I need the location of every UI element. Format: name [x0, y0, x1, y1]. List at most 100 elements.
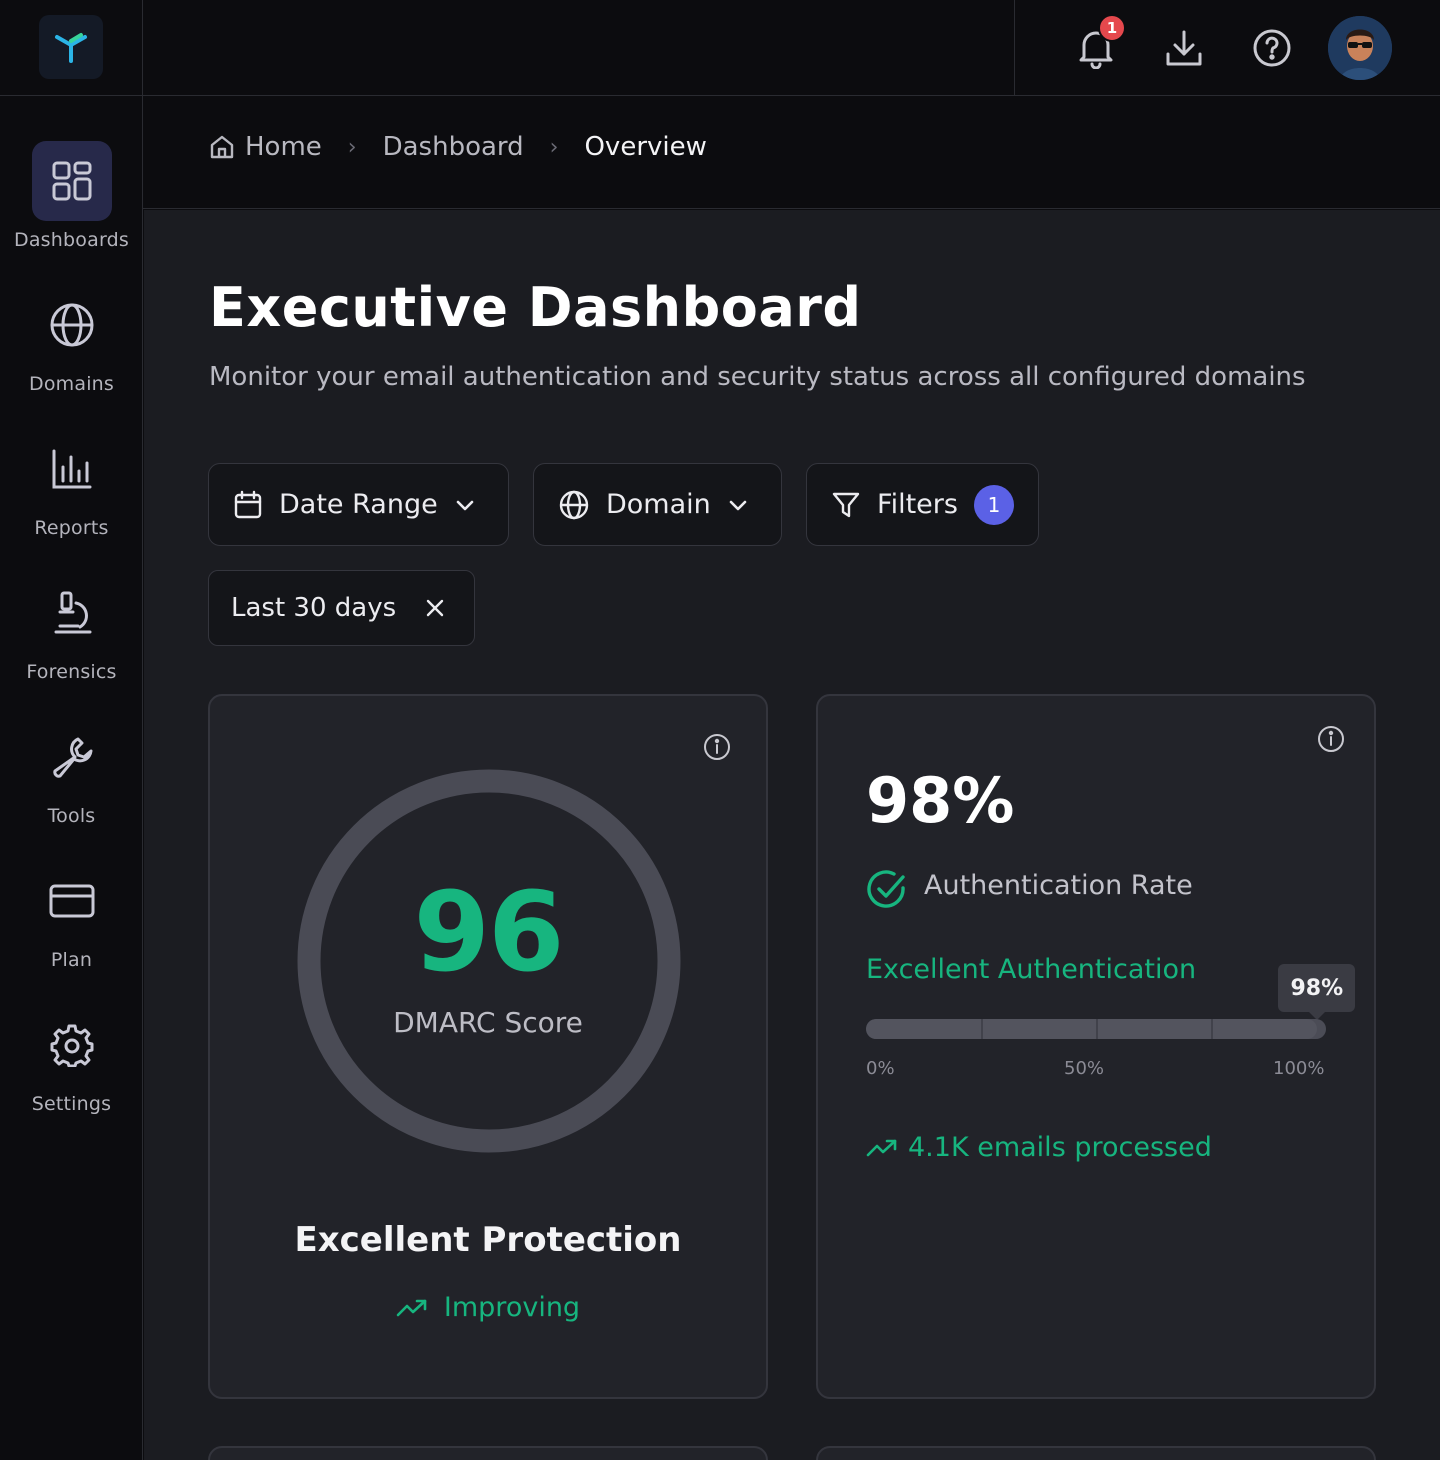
- auth-progress-fill: [866, 1019, 1317, 1039]
- domain-label: Domain: [606, 489, 711, 520]
- trident-logo-icon: [55, 33, 87, 63]
- chevron-right-icon: ›: [347, 134, 357, 160]
- sidebar-item-label: Settings: [31, 1093, 112, 1115]
- home-icon: [210, 135, 234, 159]
- sidebar-item-forensics[interactable]: Forensics: [0, 573, 143, 693]
- breadcrumb-home[interactable]: Home: [209, 132, 322, 162]
- breadcrumb-label: Home: [245, 132, 322, 162]
- sidebar-item-dashboards[interactable]: Dashboards: [0, 141, 143, 261]
- sidebar-item-label: Forensics: [26, 661, 117, 683]
- sidebar-item-plan[interactable]: Plan: [0, 861, 143, 981]
- card-partial: [816, 1446, 1376, 1460]
- topbar: 1: [143, 0, 1440, 96]
- download-icon: [1166, 30, 1202, 66]
- authentication-rate-card: 98% Authentication Rate Excellent Authen…: [816, 694, 1376, 1399]
- check-circle-icon: [867, 870, 905, 908]
- topbar-divider: [1014, 0, 1015, 95]
- sidebar-item-reports[interactable]: Reports: [0, 429, 143, 549]
- sidebar-item-label: Reports: [34, 517, 109, 539]
- download-button[interactable]: [1160, 24, 1208, 72]
- logo-area: [0, 0, 143, 96]
- calendar-icon: [234, 490, 262, 518]
- app-logo[interactable]: [39, 15, 103, 79]
- trend-label: Improving: [443, 1292, 581, 1323]
- auth-status: Excellent Authentication: [866, 954, 1197, 985]
- filters-label: Filters: [877, 489, 958, 520]
- breadcrumb-bar: Home › Dashboard › Overview: [143, 96, 1440, 209]
- chevron-down-icon: [456, 500, 474, 510]
- info-icon[interactable]: [702, 732, 732, 762]
- globe-icon: [559, 490, 589, 519]
- sidebar-item-label: Tools: [47, 805, 96, 827]
- dmarc-score-label: DMARC Score: [393, 1006, 583, 1039]
- domain-dropdown[interactable]: Domain: [533, 463, 782, 546]
- sidebar-item-label: Dashboards: [14, 229, 129, 251]
- emails-processed-label: 4.1K emails processed: [908, 1132, 1212, 1163]
- trending-up-icon: [396, 1299, 427, 1316]
- axis-label-min: 0%: [866, 1058, 895, 1079]
- sidebar-item-domains[interactable]: Domains: [0, 285, 143, 405]
- close-icon[interactable]: [422, 595, 448, 621]
- breadcrumb-label: Overview: [584, 132, 707, 162]
- help-button[interactable]: [1248, 24, 1296, 72]
- chevron-right-icon: ›: [549, 134, 559, 160]
- sidebar-item-settings[interactable]: Settings: [0, 1005, 143, 1125]
- active-filter-chip: Last 30 days: [208, 570, 475, 646]
- axis-label-max: 100%: [1273, 1058, 1325, 1079]
- axis-label-mid: 50%: [1064, 1058, 1105, 1079]
- bar-chart-icon: [52, 449, 91, 489]
- gear-icon: [50, 1024, 93, 1067]
- nav-icon-wrap: [32, 429, 112, 509]
- nav-icon-wrap: [32, 1005, 112, 1085]
- notification-badge: 1: [1098, 14, 1126, 42]
- microscope-icon: [54, 591, 91, 634]
- wrench-icon: [52, 737, 92, 778]
- emails-processed: 4.1K emails processed: [866, 1132, 1212, 1163]
- card-partial: [208, 1446, 768, 1460]
- funnel-icon: [832, 492, 860, 517]
- nav-icon-wrap: [32, 573, 112, 653]
- nav-icon-wrap: [31, 141, 112, 221]
- sidebar-item-tools[interactable]: Tools: [0, 717, 143, 837]
- breadcrumb-label: Dashboard: [382, 132, 524, 162]
- page-subtitle: Monitor your email authentication and se…: [209, 362, 1306, 392]
- progress-tick: [981, 1019, 983, 1039]
- filters-count-badge: 1: [973, 484, 1014, 525]
- chevron-down-icon: [729, 500, 747, 510]
- auth-rate-value: 98%: [866, 764, 1015, 837]
- help-icon: [1253, 29, 1291, 67]
- notifications-button[interactable]: 1: [1072, 14, 1126, 72]
- main-content: Executive Dashboard Monitor your email a…: [144, 210, 1440, 1460]
- sidebar: Dashboards Domains Reports Forensics Too…: [0, 0, 143, 1460]
- progress-tooltip: 98%: [1278, 964, 1356, 1020]
- avatar[interactable]: [1328, 16, 1392, 80]
- sidebar-item-label: Plan: [50, 949, 93, 971]
- globe-icon: [50, 303, 93, 347]
- nav-icon-wrap: [32, 285, 112, 365]
- progress-tick: [1211, 1019, 1213, 1039]
- progress-tick: [1096, 1019, 1098, 1039]
- user-avatar-icon: [1328, 16, 1392, 80]
- page-title: Executive Dashboard: [209, 276, 862, 339]
- protection-status: Excellent Protection: [294, 1220, 682, 1260]
- chip-label: Last 30 days: [231, 593, 397, 623]
- nav-icon-wrap: [32, 861, 112, 941]
- dmarc-score-card: 96 DMARC Score Excellent Protection Impr…: [208, 694, 768, 1399]
- info-icon[interactable]: [1316, 724, 1346, 754]
- sidebar-item-label: Domains: [28, 373, 115, 395]
- date-range-dropdown[interactable]: Date Range: [208, 463, 509, 546]
- dmarc-score-value: 96: [413, 868, 564, 996]
- date-range-label: Date Range: [279, 489, 438, 520]
- auth-rate-row: Authentication Rate: [866, 868, 1193, 910]
- trending-up-icon: [866, 1139, 897, 1156]
- auth-progress-bar: [866, 1019, 1326, 1039]
- filters-button[interactable]: Filters 1: [806, 463, 1039, 546]
- breadcrumb-dashboard[interactable]: Dashboard: [383, 132, 524, 162]
- nav-icon-wrap: [32, 717, 112, 797]
- credit-card-icon: [49, 884, 94, 918]
- trend-indicator: Improving: [210, 1292, 766, 1323]
- breadcrumb: Home › Dashboard › Overview: [209, 132, 707, 162]
- auth-rate-label: Authentication Rate: [924, 870, 1193, 901]
- breadcrumb-overview: Overview: [584, 132, 706, 162]
- grid-icon: [52, 161, 91, 201]
